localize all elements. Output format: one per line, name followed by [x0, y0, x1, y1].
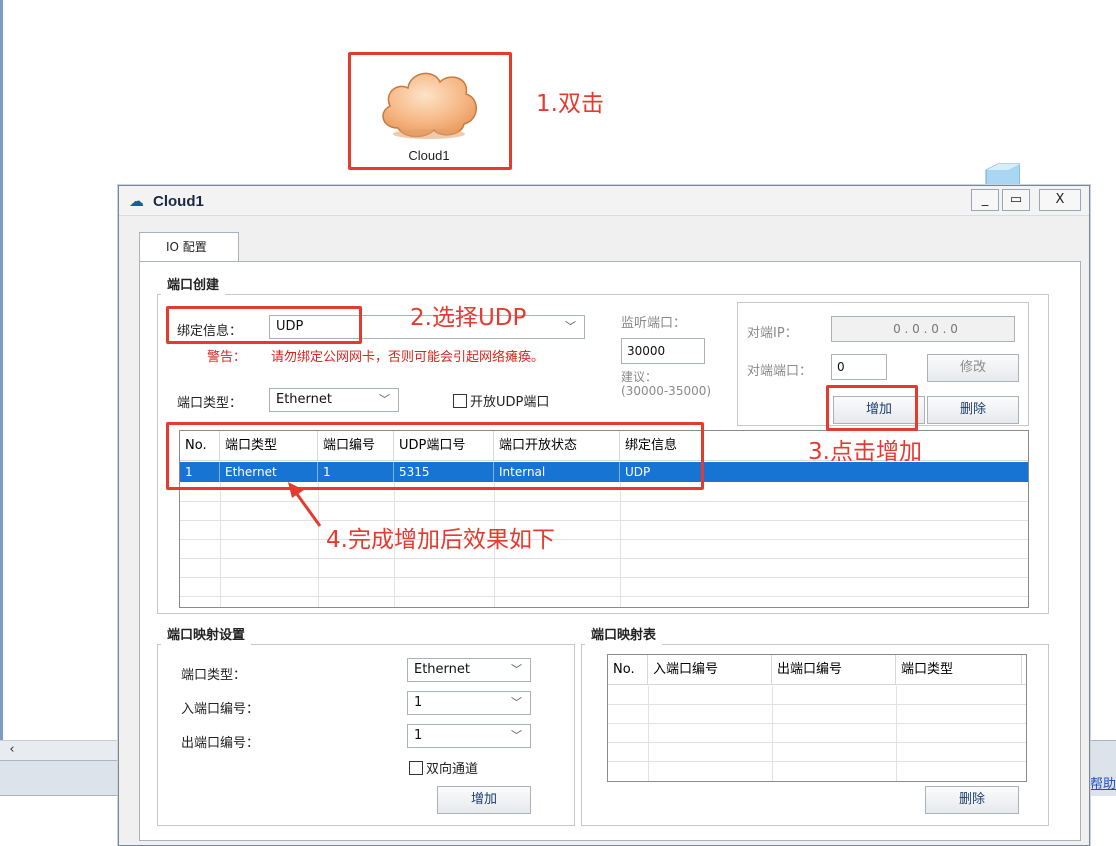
map-port-type-value: Ethernet	[414, 662, 470, 677]
in-port-label: 入端口编号：	[181, 702, 260, 717]
bidirectional-checkbox[interactable]: 双向通道	[409, 758, 478, 777]
annotation-arrow-icon	[288, 482, 322, 527]
column-divider	[220, 483, 221, 607]
canvas-left-border	[0, 0, 3, 740]
annotation-box-4	[166, 422, 704, 490]
annotation-box-1	[348, 52, 512, 170]
open-udp-label: 开放UDP端口	[470, 395, 550, 410]
map-port-type-select[interactable]: Ethernet ﹀	[407, 658, 531, 682]
dialog-title: Cloud1	[153, 193, 204, 210]
suggest-range: (30000-35000)	[621, 384, 712, 398]
mapping-table[interactable]: No. 入端口编号 出端口编号 端口类型	[607, 654, 1027, 782]
status-bar	[0, 760, 122, 796]
column-divider	[772, 686, 773, 781]
in-port-value: 1	[414, 695, 423, 710]
column-divider	[896, 686, 897, 781]
delete-mapping-button[interactable]: 删除	[925, 786, 1019, 814]
tab-io-config[interactable]: IO 配置	[139, 232, 239, 262]
cloud-app-icon: ☁	[129, 192, 144, 210]
column-header[interactable]: No.	[608, 655, 648, 685]
port-type-value: Ethernet	[276, 392, 332, 407]
annotation-box-2	[166, 306, 362, 344]
dialog-titlebar[interactable]: ☁ Cloud1 _ ▭ X	[119, 186, 1089, 216]
peer-port-input[interactable]: 0	[831, 354, 887, 380]
port-mapping-settings-title: 端口映射设置	[161, 626, 252, 646]
annotation-step1: 1.双击	[536, 91, 604, 117]
annotation-step4: 4.完成增加后效果如下	[326, 527, 555, 553]
cloud-config-dialog[interactable]: ☁ Cloud1 _ ▭ X IO 配置 端口创建 绑定信息： UDP ﹀ 警告…	[118, 185, 1090, 846]
column-header[interactable]: 端口类型	[896, 655, 1022, 685]
chevron-down-icon: ﹀	[565, 320, 576, 333]
chevron-down-icon: ﹀	[511, 696, 522, 709]
chevron-down-icon: ﹀	[511, 663, 522, 676]
bidirectional-label: 双向通道	[426, 762, 479, 777]
in-port-select[interactable]: 1 ﹀	[407, 691, 531, 715]
annotation-step3: 3.点击增加	[808, 439, 922, 465]
peer-port-label: 对端端口：	[747, 364, 813, 379]
peer-ip-input[interactable]: 0 . 0 . 0 . 0	[831, 316, 1015, 342]
empty-row	[608, 724, 1026, 743]
close-button[interactable]: X	[1039, 189, 1081, 211]
help-link[interactable]: 帮助	[1090, 773, 1116, 792]
annotation-step2: 2.选择UDP	[410, 305, 527, 331]
out-port-label: 出端口编号：	[181, 736, 260, 751]
warning-text: 请勿绑定公网网卡，否则可能会引起网络瘫痪。	[271, 350, 545, 365]
empty-row	[608, 686, 1026, 705]
out-port-select[interactable]: 1 ﹀	[407, 724, 531, 748]
checkbox-box[interactable]	[409, 761, 423, 775]
minimize-button[interactable]: _	[971, 189, 999, 211]
empty-row	[180, 559, 1028, 578]
empty-row	[608, 705, 1026, 724]
add-mapping-button[interactable]: 增加	[437, 786, 531, 814]
modify-button[interactable]: 修改	[927, 354, 1019, 382]
warning-label: 警告：	[207, 350, 247, 365]
out-port-value: 1	[414, 728, 423, 743]
port-create-title: 端口创建	[161, 276, 226, 296]
open-udp-checkbox[interactable]: 开放UDP端口	[453, 391, 549, 410]
chevron-down-icon: ﹀	[379, 393, 390, 406]
port-type-label: 端口类型：	[177, 396, 243, 411]
peer-ip-label: 对端IP：	[747, 326, 798, 341]
checkbox-box[interactable]	[453, 394, 467, 408]
maximize-button[interactable]: ▭	[1002, 189, 1030, 211]
column-header[interactable]: 出端口编号	[772, 655, 896, 685]
column-header[interactable]: 入端口编号	[648, 655, 772, 685]
column-divider	[620, 483, 621, 607]
column-divider	[648, 686, 649, 781]
delete-port-button[interactable]: 删除	[927, 396, 1019, 424]
empty-row	[180, 578, 1028, 597]
scroll-left-icon[interactable]: ‹	[4, 741, 20, 759]
chevron-down-icon: ﹀	[511, 729, 522, 742]
empty-row	[180, 540, 1028, 559]
listen-port-input[interactable]: 30000	[621, 338, 705, 364]
empty-row	[608, 743, 1026, 762]
listen-port-label: 监听端口：	[621, 316, 687, 331]
mapping-table-header: No. 入端口编号 出端口编号 端口类型	[608, 655, 1026, 685]
suggest-label: 建议：	[621, 370, 658, 384]
annotation-box-3	[826, 385, 918, 431]
port-mapping-table-title: 端口映射表	[585, 626, 663, 646]
port-type-select[interactable]: Ethernet ﹀	[269, 388, 399, 412]
map-port-type-label: 端口类型：	[181, 668, 247, 683]
